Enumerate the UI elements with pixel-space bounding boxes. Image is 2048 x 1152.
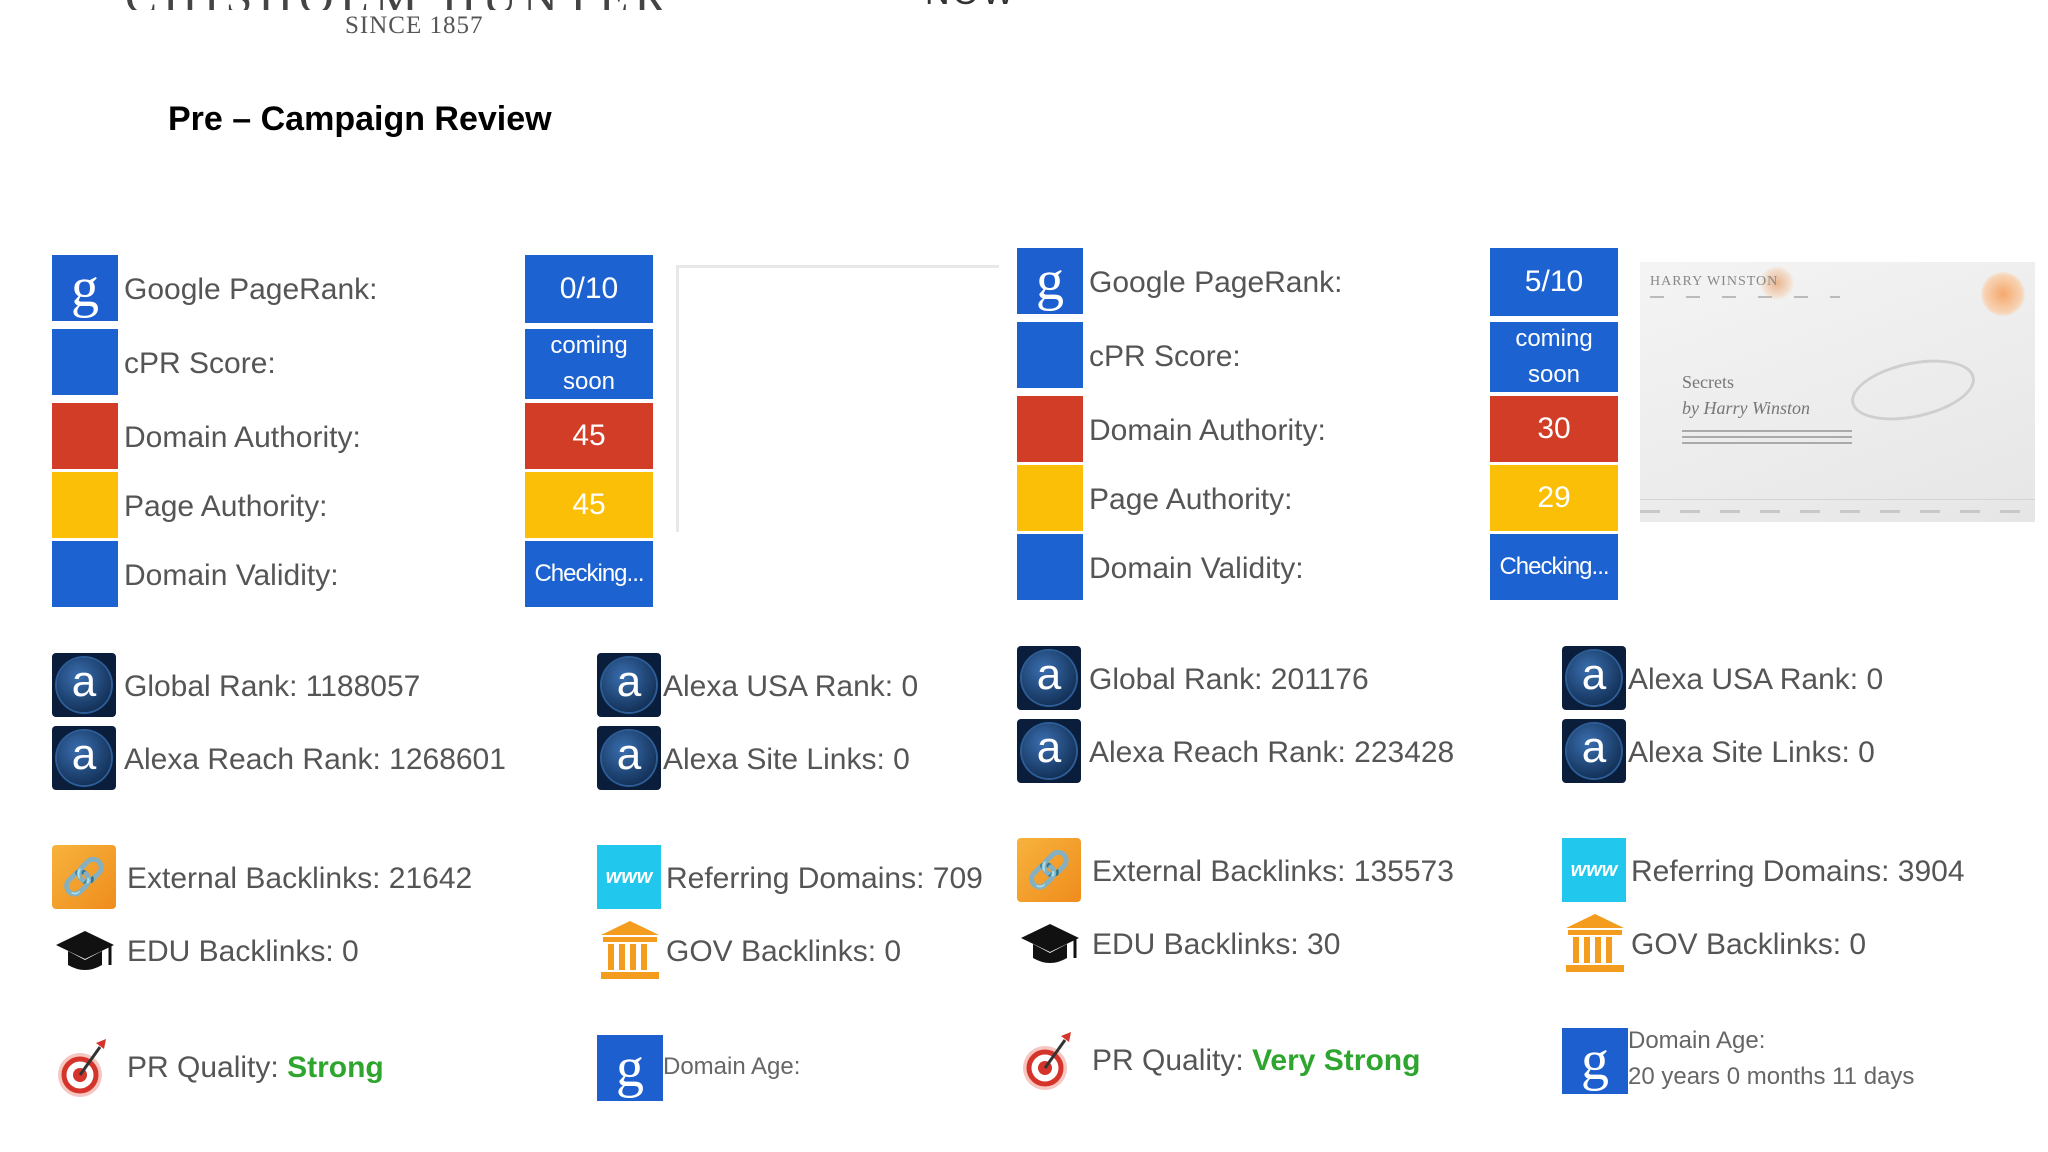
domain-validity-value: Checking... xyxy=(1490,534,1618,600)
alexa-icon: a xyxy=(52,726,116,790)
google-icon: g xyxy=(1562,1028,1628,1094)
google-icon: g xyxy=(1017,248,1083,314)
external-backlinks: External Backlinks: 135573 xyxy=(1092,855,1454,888)
domain-validity-label: Domain Validity: xyxy=(124,559,339,592)
cpr-value: coming soon xyxy=(525,329,653,399)
page-authority-label: Page Authority: xyxy=(1089,483,1293,516)
domain-authority-swatch xyxy=(52,403,118,469)
site-report-panel-2: g Google PageRank: 5/10 cPR Score: comin… xyxy=(1017,0,1977,1100)
alexa-icon: a xyxy=(1562,646,1626,710)
pr-quality-label: PR Quality: xyxy=(127,1051,288,1084)
domain-authority-value: 45 xyxy=(525,403,653,469)
gov-building-icon xyxy=(1566,914,1624,972)
edu-backlinks: EDU Backlinks: 0 xyxy=(127,935,359,968)
domain-age-label: Domain Age: xyxy=(663,1053,801,1080)
alexa-icon: a xyxy=(1017,646,1081,710)
pagerank-label: Google PageRank: xyxy=(1089,266,1343,299)
cpr-value-line1: coming xyxy=(550,332,628,359)
referring-domains: Referring Domains: 3904 xyxy=(1631,855,1965,888)
edu-backlinks: EDU Backlinks: 30 xyxy=(1092,928,1341,961)
pagerank-value: 5/10 xyxy=(1490,248,1618,316)
gov-backlinks: GOV Backlinks: 0 xyxy=(666,935,902,968)
alexa-global-rank: Global Rank: 201176 xyxy=(1089,663,1369,696)
domain-validity-value: Checking... xyxy=(525,541,653,607)
alexa-reach-rank: Alexa Reach Rank: 223428 xyxy=(1089,736,1455,769)
cpr-color-swatch xyxy=(52,329,118,395)
pagerank-label: Google PageRank: xyxy=(124,273,378,306)
thumbnail-decoration xyxy=(1981,272,2025,316)
alexa-icon: a xyxy=(597,653,661,717)
gov-building-icon xyxy=(601,921,659,979)
cpr-label: cPR Score: xyxy=(124,347,276,380)
cpr-label: cPR Score: xyxy=(1089,340,1241,373)
domain-age-value: 20 years 0 months 11 days xyxy=(1628,1063,1915,1090)
domain-authority-value: 30 xyxy=(1490,396,1618,462)
page-authority-swatch xyxy=(52,472,118,538)
google-icon: g xyxy=(52,255,118,321)
target-icon xyxy=(58,1039,106,1097)
gov-backlinks: GOV Backlinks: 0 xyxy=(1631,928,1867,961)
pr-quality-value: Very Strong xyxy=(1252,1044,1421,1077)
domain-authority-label: Domain Authority: xyxy=(1089,414,1326,447)
domain-authority-label: Domain Authority: xyxy=(124,421,361,454)
alexa-site-links: Alexa Site Links: 0 xyxy=(1628,736,1875,769)
alexa-icon: a xyxy=(52,653,116,717)
page-authority-value: 29 xyxy=(1490,465,1618,531)
alexa-usa-rank: Alexa USA Rank: 0 xyxy=(663,670,919,703)
page-authority-label: Page Authority: xyxy=(124,490,328,523)
pr-quality: PR Quality: Very Strong xyxy=(1092,1044,1420,1078)
domain-validity-swatch xyxy=(1017,534,1083,600)
pr-quality: PR Quality: Strong xyxy=(127,1051,384,1085)
www-icon: www xyxy=(597,845,661,909)
alexa-global-rank: Global Rank: 1188057 xyxy=(124,670,421,703)
page-authority-value: 45 xyxy=(525,472,653,538)
domain-age-label: Domain Age: xyxy=(1628,1027,1766,1054)
pr-quality-value: Strong xyxy=(287,1051,384,1084)
cpr-value-line2: soon xyxy=(562,368,616,395)
alexa-site-links: Alexa Site Links: 0 xyxy=(663,743,910,776)
domain-validity-swatch xyxy=(52,541,118,607)
link-icon: 🔗 xyxy=(52,845,116,909)
www-icon: www xyxy=(1562,838,1626,902)
google-icon: g xyxy=(597,1035,663,1101)
alexa-usa-rank: Alexa USA Rank: 0 xyxy=(1628,663,1884,696)
alexa-icon: a xyxy=(1562,719,1626,783)
target-icon xyxy=(1023,1032,1071,1090)
pagerank-value: 0/10 xyxy=(525,255,653,323)
domain-age: Domain Age: 20 years 0 months 11 days xyxy=(1628,1023,1914,1095)
domain-age: Domain Age: xyxy=(663,1049,800,1085)
cpr-value-line2: soon xyxy=(1527,361,1581,388)
graduation-cap-icon xyxy=(56,931,114,970)
alexa-icon: a xyxy=(1017,719,1081,783)
pr-quality-label: PR Quality: xyxy=(1092,1044,1253,1077)
cpr-value: coming soon xyxy=(1490,322,1618,392)
cpr-color-swatch xyxy=(1017,322,1083,388)
domain-authority-swatch xyxy=(1017,396,1083,462)
link-icon: 🔗 xyxy=(1017,838,1081,902)
referring-domains: Referring Domains: 709 xyxy=(666,862,983,895)
alexa-icon: a xyxy=(597,726,661,790)
external-backlinks: External Backlinks: 21642 xyxy=(127,862,473,895)
page-authority-swatch xyxy=(1017,465,1083,531)
graduation-cap-icon xyxy=(1021,924,1079,963)
domain-validity-label: Domain Validity: xyxy=(1089,552,1304,585)
alexa-reach-rank: Alexa Reach Rank: 1268601 xyxy=(124,743,506,776)
site-report-panel-1: g Google PageRank: 0/10 cPR Score: comin… xyxy=(52,0,1012,1101)
cpr-value-line1: coming xyxy=(1515,325,1593,352)
